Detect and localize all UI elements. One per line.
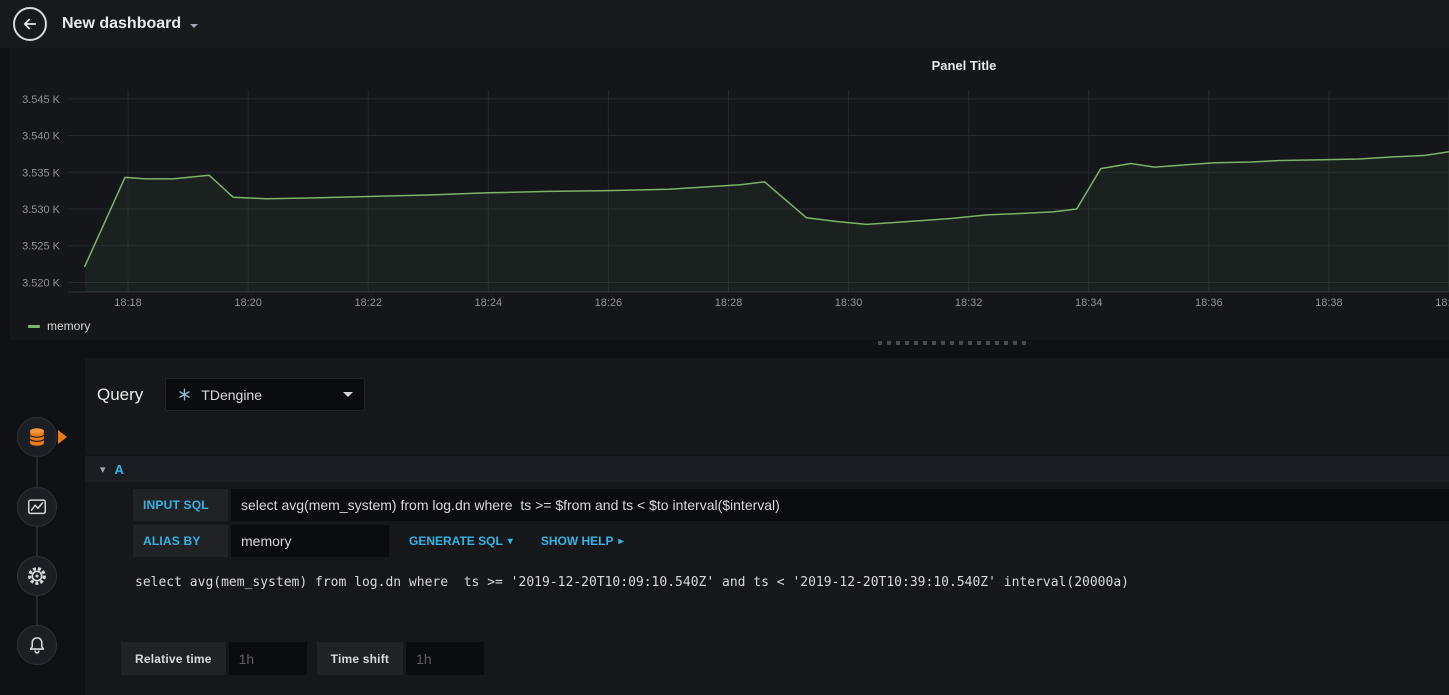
generate-sql-label: GENERATE SQL (409, 534, 503, 548)
bell-icon (29, 637, 45, 654)
alias-by-field[interactable] (231, 525, 389, 557)
chart-legend[interactable]: memory (28, 319, 90, 333)
grafana-app: New dashboard Panel Title 3.520 K 3.525 K… (0, 0, 1449, 695)
time-shift-form: Time shift (316, 642, 485, 675)
input-sql-field[interactable] (231, 489, 1449, 521)
dashboard-title-dropdown[interactable]: New dashboard (62, 15, 199, 33)
svg-text:18:34: 18:34 (1075, 297, 1103, 309)
legend-color-swatch (28, 324, 40, 328)
query-section-title: Query (97, 384, 144, 404)
time-shift-label: Time shift (316, 642, 404, 675)
svg-text:18:20: 18:20 (234, 297, 262, 309)
query-ref-id: A (114, 461, 124, 477)
svg-text:18:26: 18:26 (595, 297, 623, 309)
svg-text:3.530 K: 3.530 K (22, 204, 61, 216)
panel-chart-svg: 3.520 K 3.525 K 3.530 K 3.535 K 3.540 K 3.545… (22, 90, 1449, 309)
svg-text:18:28: 18:28 (715, 297, 743, 309)
active-tab-arrow (58, 430, 67, 444)
query-editor: Query TDengine ▾ A INPUT SQL ALIAS B (85, 358, 1449, 695)
svg-text:3.540 K: 3.540 K (22, 131, 61, 143)
generate-sql-button[interactable]: GENERATE SQL ▾ (401, 525, 521, 557)
show-help-label: SHOW HELP (540, 534, 614, 548)
editor-tab-rail (0, 358, 85, 695)
svg-text:18:36: 18:36 (1195, 297, 1223, 309)
query-header: Query TDengine (97, 378, 366, 411)
panel-title[interactable]: Panel Title (878, 58, 1050, 73)
tab-general[interactable] (17, 556, 57, 596)
svg-text:18:38: 18:38 (1315, 297, 1343, 309)
top-navbar: New dashboard (0, 0, 1449, 48)
query-form: INPUT SQL ALIAS BY GENERATE SQL ▾ SHOW H… (133, 489, 1449, 594)
tab-queries[interactable] (17, 417, 57, 457)
svg-text:3.535 K: 3.535 K (22, 167, 61, 179)
generated-sql-text: select avg(mem_system) from log.dn where… (135, 575, 1129, 590)
svg-text:3.545 K: 3.545 K (22, 94, 61, 106)
alias-by-row: ALIAS BY GENERATE SQL ▾ SHOW HELP ▸ (133, 525, 1449, 557)
tab-connector-line (36, 437, 38, 645)
chart-icon (28, 499, 46, 515)
query-row-header[interactable]: ▾ A (85, 455, 1449, 482)
timeseries-panel: Panel Title 3.520 K 3.525 K 3.530 K 3.535 K… (10, 48, 1449, 340)
time-shift-field[interactable] (406, 642, 485, 675)
show-help-button[interactable]: SHOW HELP ▸ (533, 525, 632, 557)
caret-down-icon: ▾ (507, 535, 513, 547)
time-options-row: Relative time Time shift (121, 642, 485, 675)
svg-text:18:30: 18:30 (835, 297, 863, 309)
tdengine-logo-icon (179, 388, 190, 401)
back-button[interactable] (13, 7, 47, 41)
svg-text:18:32: 18:32 (955, 297, 983, 309)
legend-series-label[interactable]: memory (47, 319, 90, 333)
relative-time-field[interactable] (228, 642, 307, 675)
collapse-caret-icon: ▾ (100, 463, 106, 476)
svg-text:18:40: 18:40 (1435, 297, 1449, 309)
caret-right-icon: ▸ (618, 535, 624, 547)
tab-visualization[interactable] (17, 487, 57, 527)
arrow-left-icon (23, 18, 37, 30)
svg-text:18:18: 18:18 (114, 297, 142, 309)
relative-time-label: Relative time (121, 642, 226, 675)
relative-time-form: Relative time (121, 642, 307, 675)
dashboard-title: New dashboard (62, 15, 182, 32)
chevron-down-icon (343, 392, 354, 397)
input-sql-row: INPUT SQL (133, 489, 1449, 521)
svg-text:3.525 K: 3.525 K (22, 241, 61, 253)
input-sql-label: INPUT SQL (133, 489, 228, 521)
panel-resize-handle[interactable] (878, 341, 1030, 345)
database-icon (29, 428, 45, 446)
tab-alert[interactable] (17, 625, 57, 665)
datasource-picker[interactable]: TDengine (165, 378, 366, 411)
alias-by-label: ALIAS BY (133, 525, 228, 557)
datasource-name: TDengine (201, 386, 262, 403)
svg-text:3.520 K: 3.520 K (22, 277, 61, 289)
chevron-down-icon (190, 23, 199, 28)
svg-text:18:24: 18:24 (475, 297, 503, 309)
svg-text:18:22: 18:22 (354, 297, 382, 309)
gear-icon (28, 567, 46, 585)
